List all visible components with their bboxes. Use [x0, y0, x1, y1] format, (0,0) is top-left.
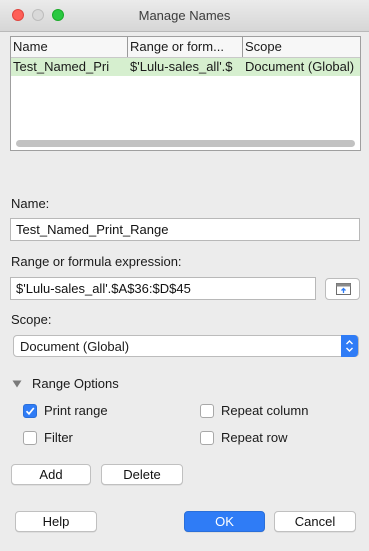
cancel-button[interactable]: Cancel — [274, 511, 356, 532]
disclosure-triangle-icon — [12, 380, 22, 388]
range-label: Range or formula expression: — [11, 254, 182, 269]
delete-button[interactable]: Delete — [101, 464, 183, 485]
print-range-label: Print range — [44, 403, 108, 418]
column-header-range[interactable]: Range or form... — [128, 37, 243, 57]
table-header: Name Range or form... Scope — [11, 37, 360, 58]
column-header-name[interactable]: Name — [11, 37, 128, 57]
named-ranges-table[interactable]: Name Range or form... Scope Test_Named_P… — [10, 36, 361, 151]
filter-checkbox[interactable]: Filter — [23, 430, 73, 445]
filter-label: Filter — [44, 430, 73, 445]
shrink-icon — [336, 283, 351, 295]
cell-scope: Document (Global) — [245, 59, 355, 74]
cell-name: Test_Named_Pri — [13, 59, 110, 74]
scope-select[interactable]: Document (Global) — [13, 335, 359, 357]
window-title: Manage Names — [138, 8, 231, 23]
scope-selected-value: Document (Global) — [20, 339, 130, 354]
checkmark-icon — [25, 406, 35, 415]
repeat-column-label: Repeat column — [221, 403, 309, 418]
checkbox-unchecked[interactable] — [200, 430, 214, 445]
ok-button[interactable]: OK — [184, 511, 265, 532]
repeat-column-checkbox[interactable]: Repeat column — [200, 403, 308, 418]
repeat-row-label: Repeat row — [221, 430, 288, 445]
checkbox-checked[interactable] — [23, 403, 37, 418]
column-header-scope[interactable]: Scope — [243, 37, 360, 57]
add-button[interactable]: Add — [11, 464, 91, 485]
shrink-range-button[interactable] — [325, 278, 360, 300]
checkbox-unchecked[interactable] — [200, 403, 214, 418]
print-range-checkbox[interactable]: Print range — [23, 403, 108, 418]
horizontal-scrollbar[interactable] — [16, 140, 355, 147]
checkbox-unchecked[interactable] — [23, 430, 37, 445]
table-row[interactable]: Test_Named_Pri $'Lulu-sales_all'.$ Docum… — [11, 58, 360, 76]
cell-range: $'Lulu-sales_all'.$ — [130, 59, 233, 74]
range-expression-input[interactable] — [10, 277, 316, 300]
name-label: Name: — [11, 196, 50, 211]
name-input[interactable] — [10, 218, 360, 241]
scope-label: Scope: — [11, 312, 52, 327]
range-options-title: Range Options — [32, 376, 119, 391]
manage-names-dialog: Manage Names Name Range or form... Scope… — [0, 0, 369, 551]
title-bar: Manage Names — [0, 0, 369, 32]
repeat-row-checkbox[interactable]: Repeat row — [200, 430, 287, 445]
select-arrows-icon — [341, 335, 358, 357]
help-button[interactable]: Help — [15, 511, 97, 532]
